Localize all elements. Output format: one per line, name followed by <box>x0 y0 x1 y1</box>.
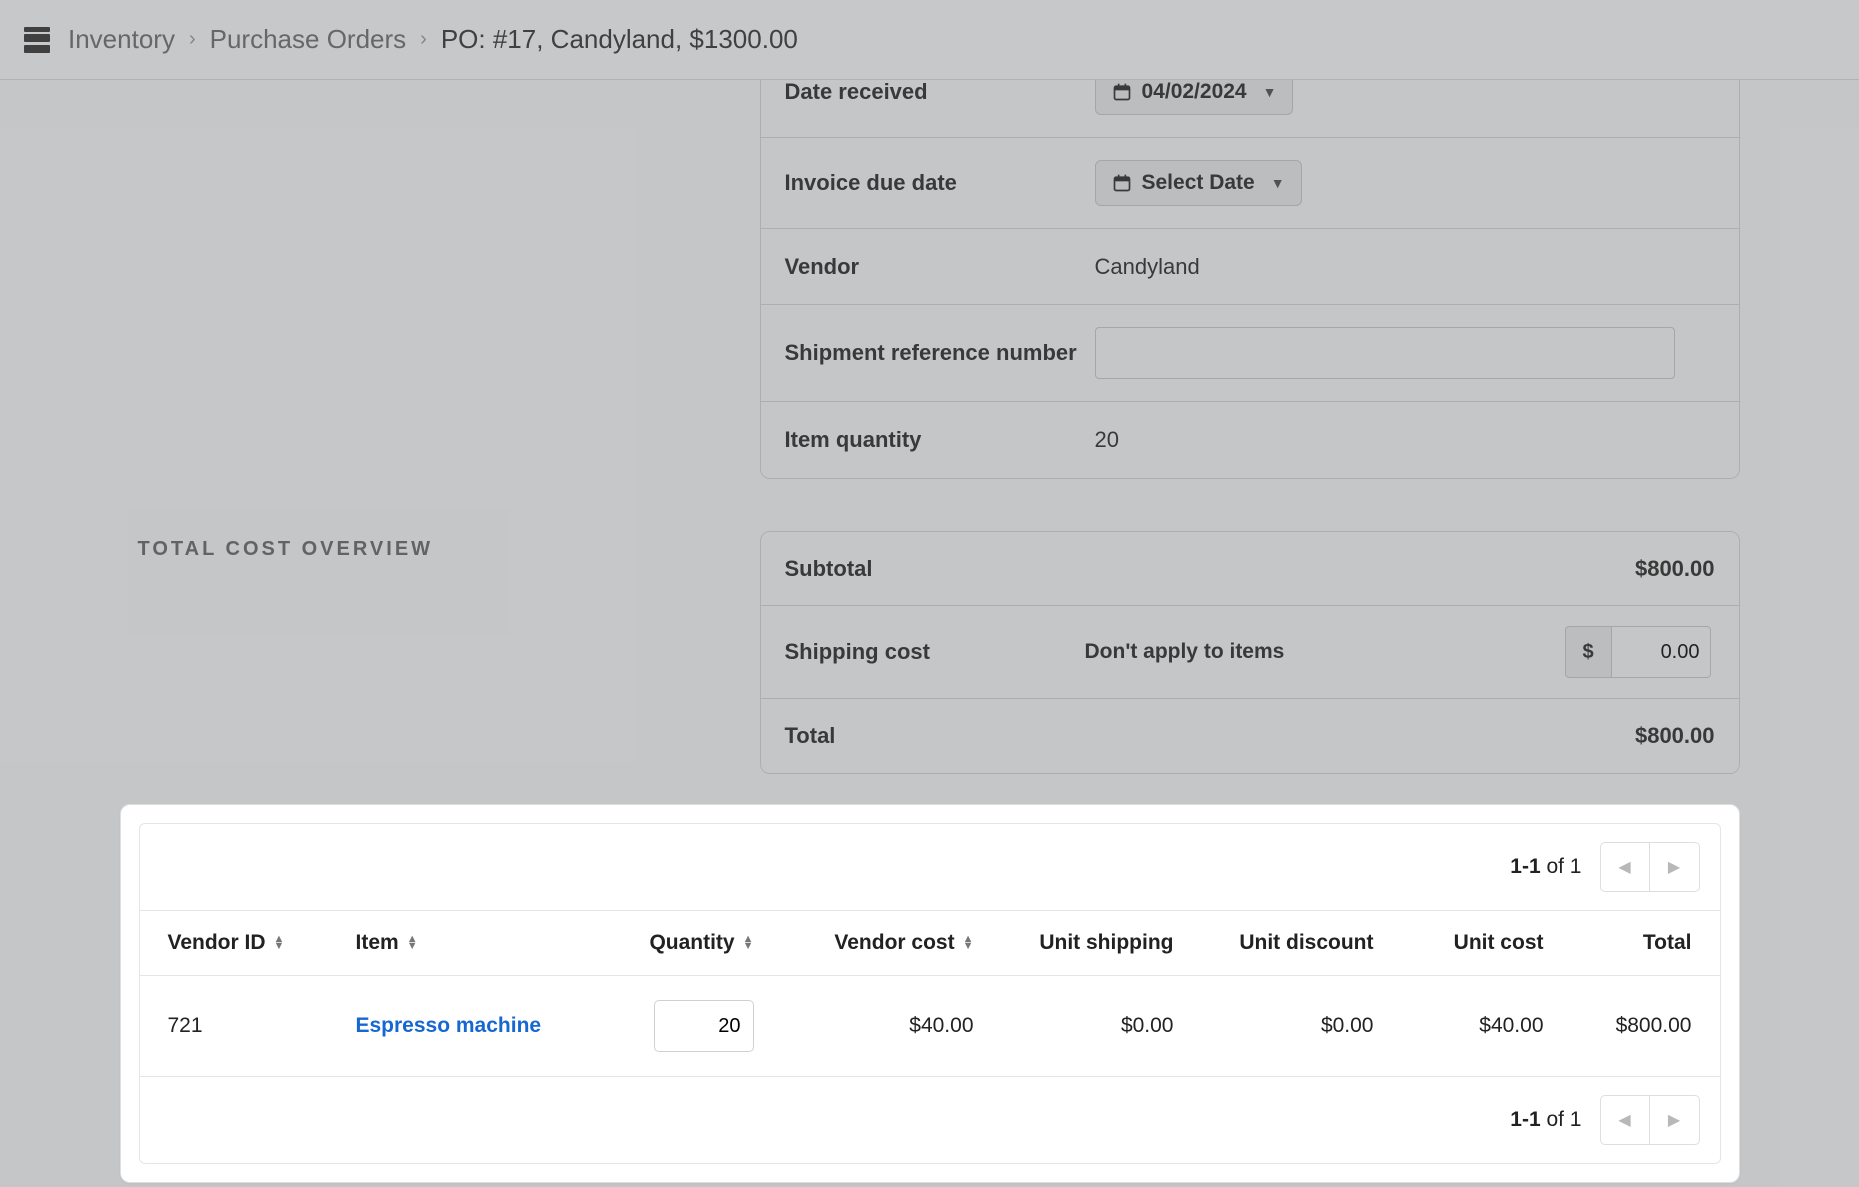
shipping-cost-input-group: $ <box>1565 626 1715 678</box>
cell-unit-shipping: $0.00 <box>990 976 1190 1077</box>
sort-icon: ▲▼ <box>274 936 285 950</box>
triangle-right-icon: ▶ <box>1668 1110 1680 1130</box>
item-link[interactable]: Espresso machine <box>356 1014 542 1037</box>
col-unit-cost: Unit cost <box>1390 911 1560 976</box>
pager-next-top[interactable]: ▶ <box>1650 842 1700 892</box>
cell-unit-cost: $40.00 <box>1390 976 1560 1077</box>
value-subtotal: $800.00 <box>1515 556 1715 582</box>
triangle-left-icon: ◀ <box>1618 1110 1630 1130</box>
label-total: Total <box>785 723 1085 749</box>
pager-prev-bottom[interactable]: ◀ <box>1600 1095 1650 1145</box>
pager-top: 1-1 of 1 ◀ ▶ <box>140 824 1720 910</box>
sort-icon: ▲▼ <box>963 936 974 950</box>
table-row: 721 Espresso machine $40.00 $0.00 $0.00 … <box>140 976 1720 1077</box>
col-vendor-id[interactable]: Vendor ID▲▼ <box>140 911 340 976</box>
label-subtotal: Subtotal <box>785 556 1085 582</box>
invoice-due-value: Select Date <box>1142 171 1255 195</box>
cell-vendor-cost: $40.00 <box>770 976 990 1077</box>
items-table: Vendor ID▲▼ Item▲▼ Quantity▲▼ Vendor cos… <box>140 910 1720 1077</box>
pager-bottom: 1-1 of 1 ◀ ▶ <box>140 1077 1720 1163</box>
row-shipment-ref: Shipment reference number <box>761 305 1739 402</box>
row-shipping-cost: Shipping cost Don't apply to items $ <box>761 606 1739 699</box>
calendar-icon <box>1112 173 1132 193</box>
col-total: Total <box>1560 911 1720 976</box>
po-details-card: Date received 04/02/2024 ▼ <box>760 60 1740 479</box>
table-header-row: Vendor ID▲▼ Item▲▼ Quantity▲▼ Vendor cos… <box>140 911 1720 976</box>
sort-icon: ▲▼ <box>407 936 418 950</box>
section-total-cost-overview: TOTAL COST OVERVIEW <box>138 538 760 561</box>
pager-text-bottom: 1-1 of 1 <box>1510 1108 1581 1132</box>
label-shipping-cost: Shipping cost <box>785 639 1085 665</box>
label-vendor: Vendor <box>785 254 1095 280</box>
label-invoice-due: Invoice due date <box>785 170 1095 196</box>
col-quantity[interactable]: Quantity▲▼ <box>600 911 770 976</box>
col-unit-discount: Unit discount <box>1190 911 1390 976</box>
breadcrumb-inventory[interactable]: Inventory <box>68 24 175 55</box>
label-date-received: Date received <box>785 79 1095 105</box>
inventory-icon <box>24 27 50 53</box>
caret-down-icon: ▼ <box>1263 84 1277 100</box>
value-total: $800.00 <box>1515 723 1715 749</box>
calendar-icon <box>1112 82 1132 102</box>
row-total: Total $800.00 <box>761 699 1739 773</box>
caret-down-icon: ▼ <box>1271 175 1285 191</box>
label-item-qty: Item quantity <box>785 427 1095 453</box>
shipping-cost-input[interactable] <box>1611 626 1711 678</box>
shipping-note: Don't apply to items <box>1085 640 1515 664</box>
invoice-due-picker[interactable]: Select Date ▼ <box>1095 160 1302 206</box>
chevron-right-icon: › <box>189 28 196 51</box>
label-shipment-ref: Shipment reference number <box>785 339 1095 368</box>
value-item-qty: 20 <box>1095 427 1715 453</box>
cost-overview-card: Subtotal $800.00 Shipping cost Don't app… <box>760 531 1740 774</box>
pager-prev-top[interactable]: ◀ <box>1600 842 1650 892</box>
col-unit-shipping: Unit shipping <box>990 911 1190 976</box>
triangle-right-icon: ▶ <box>1668 857 1680 877</box>
row-invoice-due: Invoice due date Select Date ▼ <box>761 138 1739 229</box>
cell-vendor-id: 721 <box>140 976 340 1077</box>
triangle-left-icon: ◀ <box>1618 857 1630 877</box>
col-vendor-cost[interactable]: Vendor cost▲▼ <box>770 911 990 976</box>
pager-next-bottom[interactable]: ▶ <box>1650 1095 1700 1145</box>
date-received-value: 04/02/2024 <box>1142 80 1247 104</box>
shipment-ref-input[interactable] <box>1095 327 1675 379</box>
quantity-input[interactable] <box>654 1000 754 1052</box>
cell-unit-discount: $0.00 <box>1190 976 1390 1077</box>
col-item[interactable]: Item▲▼ <box>340 911 600 976</box>
items-card: 1-1 of 1 ◀ ▶ Vendor ID▲▼ Item▲▼ Quantity… <box>120 804 1740 1183</box>
breadcrumb-current: PO: #17, Candyland, $1300.00 <box>441 24 798 55</box>
row-subtotal: Subtotal $800.00 <box>761 532 1739 606</box>
sort-icon: ▲▼ <box>743 936 754 950</box>
cell-total: $800.00 <box>1560 976 1720 1077</box>
row-vendor: Vendor Candyland <box>761 229 1739 305</box>
value-vendor: Candyland <box>1095 254 1715 280</box>
breadcrumb: Inventory › Purchase Orders › PO: #17, C… <box>68 24 798 55</box>
row-item-qty: Item quantity 20 <box>761 402 1739 478</box>
topbar: Inventory › Purchase Orders › PO: #17, C… <box>0 0 1859 80</box>
breadcrumb-purchase-orders[interactable]: Purchase Orders <box>210 24 407 55</box>
chevron-right-icon: › <box>420 28 427 51</box>
pager-text-top: 1-1 of 1 <box>1510 855 1581 879</box>
currency-symbol: $ <box>1565 626 1611 678</box>
